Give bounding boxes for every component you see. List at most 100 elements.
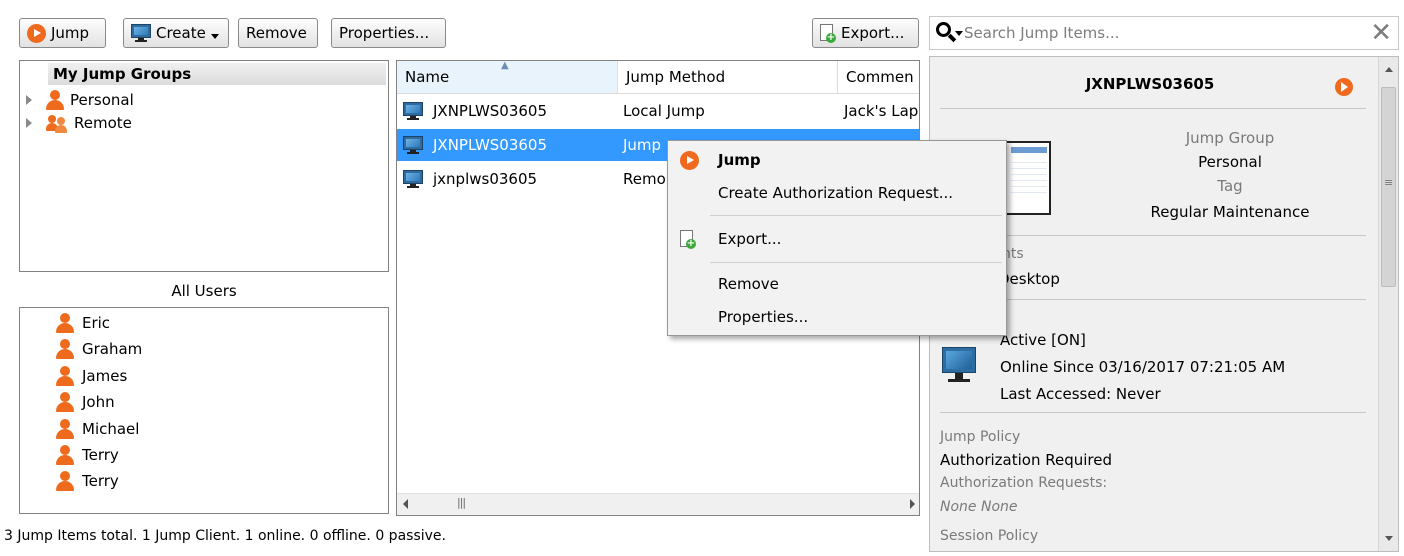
monitor-icon xyxy=(131,24,151,42)
jump-icon xyxy=(27,23,46,43)
user-icon xyxy=(46,90,64,110)
user-icon xyxy=(56,313,74,333)
status-active: Active [ON] xyxy=(1000,331,1086,349)
export-icon: + xyxy=(680,230,696,249)
properties-button-label: Properties... xyxy=(339,23,430,42)
column-header-label: Name xyxy=(405,68,450,86)
monitor-icon xyxy=(403,102,423,120)
tree-item-personal[interactable]: Personal xyxy=(26,89,134,111)
scroll-thumb[interactable] xyxy=(1381,87,1396,287)
jump-button-label: Jump xyxy=(51,23,90,42)
user-icon xyxy=(56,366,74,386)
divider xyxy=(940,412,1366,413)
tree-item-remote[interactable]: Remote xyxy=(26,112,132,134)
row-method: Remo xyxy=(623,170,666,188)
properties-button[interactable]: Properties... xyxy=(331,18,446,48)
list-item[interactable]: Terry xyxy=(56,442,119,468)
column-header-name[interactable]: ▲ Name xyxy=(397,61,618,94)
export-button[interactable]: + Export... xyxy=(812,18,919,48)
scroll-right-icon[interactable] xyxy=(910,499,915,509)
row-method: Local Jump xyxy=(623,102,705,120)
row-name: JXNPLWS03605 xyxy=(433,136,548,154)
all-users-label: All Users xyxy=(171,282,237,300)
scroll-left-icon[interactable] xyxy=(403,499,408,509)
monitor-icon xyxy=(403,170,423,188)
menu-separator xyxy=(710,262,1002,263)
search-icon[interactable] xyxy=(934,18,964,48)
jump-group-value: Personal xyxy=(1198,153,1262,171)
jump-policy-value: Authorization Required xyxy=(940,451,1112,469)
create-button[interactable]: Create xyxy=(123,18,229,48)
expand-arrow-icon[interactable] xyxy=(26,95,32,105)
list-item[interactable]: Terry xyxy=(56,468,119,494)
jump-icon[interactable] xyxy=(1335,78,1353,96)
user-name: Graham xyxy=(82,340,143,358)
users-list: Eric Graham James John Michael Terry Ter… xyxy=(19,307,389,514)
divider xyxy=(940,108,1366,109)
user-icon xyxy=(56,392,74,412)
list-item[interactable]: Michael xyxy=(56,416,139,442)
monitor-icon xyxy=(942,347,976,385)
jump-group-label: Jump Group xyxy=(1185,129,1275,147)
column-header-comments[interactable]: Commen xyxy=(838,61,919,94)
jump-groups-tree: My Jump Groups Personal Remote xyxy=(19,60,389,272)
vertical-scrollbar[interactable] xyxy=(1378,57,1398,551)
row-comment: Jack's Lap xyxy=(844,102,919,120)
table-row[interactable]: JXNPLWS03605 Local Jump Jack's Lap xyxy=(397,95,919,127)
export-icon: + xyxy=(820,23,836,43)
user-icon xyxy=(56,471,74,491)
screenshot-thumbnail xyxy=(1005,141,1051,215)
jump-groups-header: My Jump Groups xyxy=(48,63,386,85)
search-bar: ✕ xyxy=(929,16,1399,50)
detail-title: JXNPLWS03605 xyxy=(1085,75,1215,93)
search-input[interactable] xyxy=(964,19,1344,47)
tag-value: Regular Maintenance xyxy=(1150,203,1310,221)
user-name: James xyxy=(82,367,128,385)
row-name: JXNPLWS03605 xyxy=(433,102,548,120)
jump-button[interactable]: Jump xyxy=(19,18,106,48)
export-button-label: Export... xyxy=(841,23,905,42)
chevron-down-icon xyxy=(210,33,219,39)
online-since: Online Since 03/16/2017 07:21:05 AM xyxy=(1000,358,1286,376)
context-menu: Jump Create Authorization Request... + E… xyxy=(667,140,1007,336)
user-name: John xyxy=(82,393,115,411)
tree-item-label: Personal xyxy=(70,91,134,109)
user-icon xyxy=(56,339,74,359)
menu-separator xyxy=(710,215,1002,216)
auth-requests-value: None None xyxy=(940,499,1018,515)
menu-item-remove[interactable]: Remove xyxy=(718,270,779,298)
monitor-icon xyxy=(403,136,423,154)
user-name: Eric xyxy=(82,314,111,332)
scroll-up-icon[interactable] xyxy=(1385,67,1393,72)
list-item[interactable]: Eric xyxy=(56,310,110,336)
user-icon xyxy=(56,445,74,465)
close-icon[interactable]: ✕ xyxy=(1370,19,1392,47)
scroll-down-icon[interactable] xyxy=(1385,536,1393,541)
menu-item-jump[interactable]: Jump xyxy=(718,146,761,174)
user-icon xyxy=(56,419,74,439)
jump-icon xyxy=(680,151,699,170)
user-name: Michael xyxy=(82,420,140,438)
remove-button[interactable]: Remove xyxy=(238,18,318,48)
expand-arrow-icon[interactable] xyxy=(26,118,32,128)
last-accessed: Last Accessed: Never xyxy=(1000,385,1161,403)
jump-console: Jump Create Remove Properties... + Expor… xyxy=(0,0,1404,556)
list-item[interactable]: John xyxy=(56,389,115,415)
menu-item-create-authorization-request[interactable]: Create Authorization Request... xyxy=(718,179,953,207)
user-name: Terry xyxy=(82,446,119,464)
scroll-grip-icon: ||| xyxy=(457,496,466,509)
column-header-label: Commen xyxy=(846,68,914,86)
remove-button-label: Remove xyxy=(246,23,307,42)
user-name: Terry xyxy=(82,472,119,490)
column-header-jump-method[interactable]: Jump Method xyxy=(618,61,838,94)
horizontal-scrollbar[interactable]: ||| xyxy=(397,493,919,515)
sort-ascending-icon: ▲ xyxy=(501,61,509,71)
session-policy-label: Session Policy xyxy=(940,528,1039,544)
list-item[interactable]: James xyxy=(56,363,127,389)
menu-item-properties[interactable]: Properties... xyxy=(718,303,808,331)
list-item[interactable]: Graham xyxy=(56,336,142,362)
tree-item-label: Remote xyxy=(74,114,132,132)
menu-item-export[interactable]: Export... xyxy=(718,225,781,253)
row-method: Jump xyxy=(623,136,662,154)
create-button-label: Create xyxy=(156,23,206,42)
